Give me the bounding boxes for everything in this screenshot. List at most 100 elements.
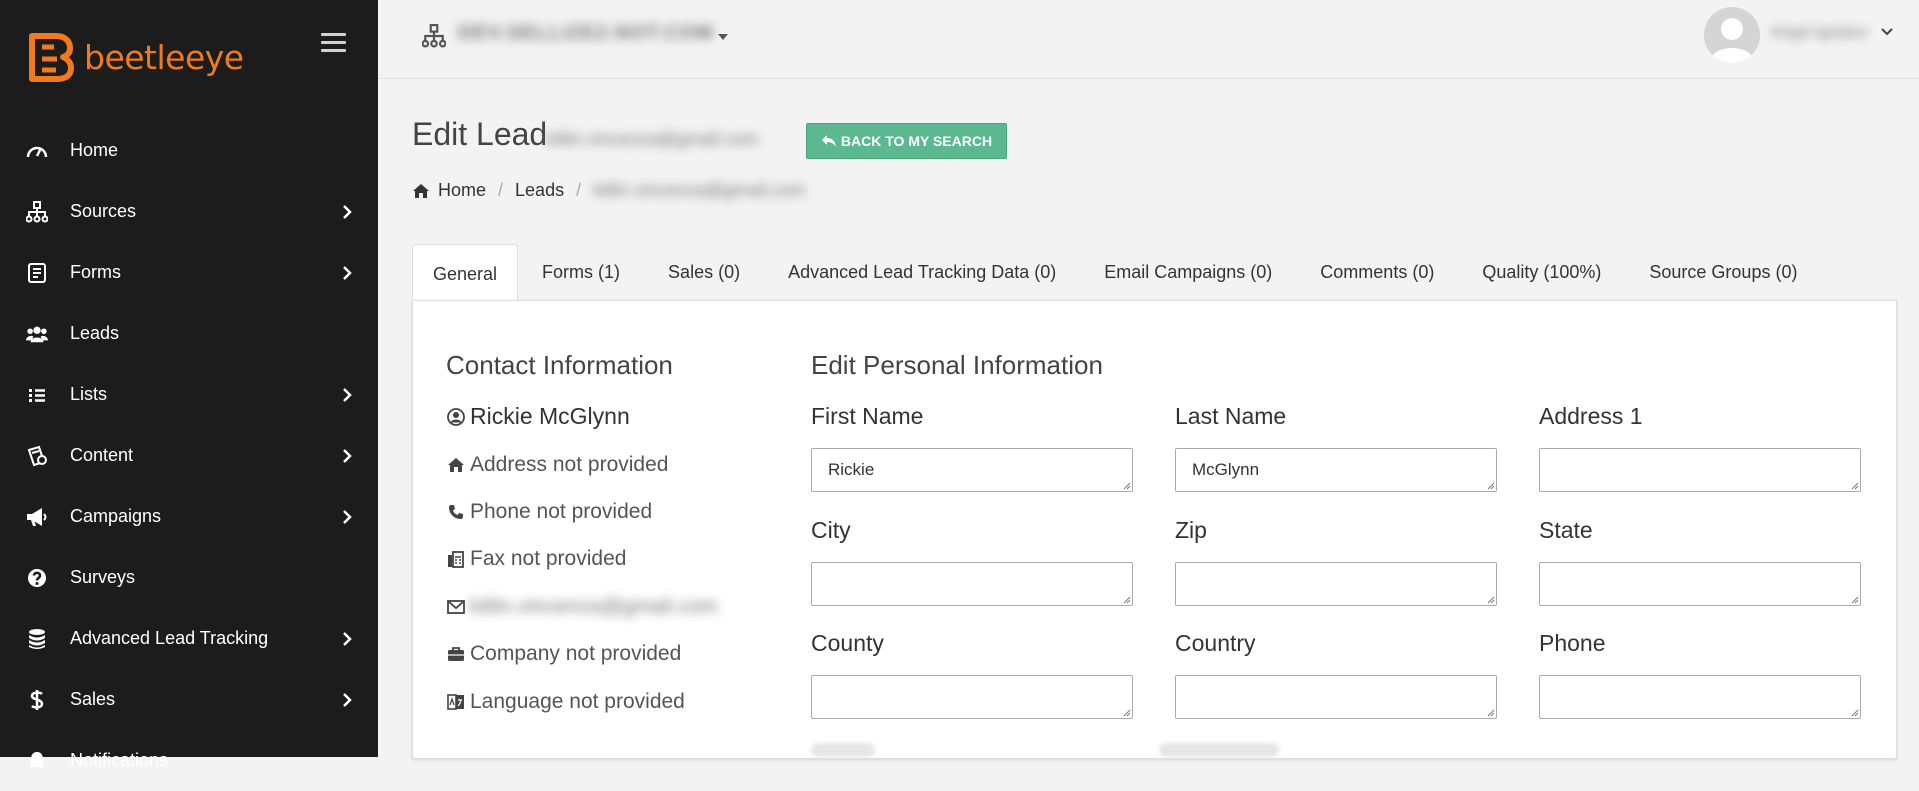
sidebar-item-sources[interactable]: Sources [0,181,378,242]
sidebar-item-home[interactable]: Home [0,120,378,181]
contact-email-row: kitlin.vincenza@gmail.com [446,595,718,619]
logo-text: beetleeye [84,37,244,77]
question-circle-icon [26,567,48,589]
breadcrumb: Home / Leads / kitlin.vincenza@gmail.com [412,180,805,201]
edit-personal-information-title: Edit Personal Information [811,350,1103,380]
sidebar-item-forms[interactable]: Forms [0,242,378,303]
country-field[interactable] [1175,675,1497,719]
sidebar-item-lists[interactable]: Lists [0,364,378,425]
briefcase-icon [446,644,466,664]
chevron-right-icon [343,387,352,402]
avatar[interactable] [1704,7,1760,63]
last-name-label: Last Name [1175,403,1287,429]
next-row-label-placeholder [1159,743,1279,757]
county-field[interactable] [811,675,1133,719]
organization-selector[interactable]: DEV.SELLIZE2.NOT.COM [458,22,714,45]
back-to-search-button[interactable]: BACK TO MY SEARCH [806,123,1007,159]
address-1-field[interactable] [1539,448,1861,492]
page-title: Edit Lead [412,116,548,152]
sidebar-item-advanced-lead-tracking[interactable]: Advanced Lead Tracking [0,608,378,669]
sidebar-item-content[interactable]: Content [0,425,378,486]
general-panel: Contact Information Rickie McGlynn Addre… [412,300,1897,759]
resize-grip-icon[interactable] [1849,480,1859,490]
users-icon [26,323,48,345]
city-field[interactable] [811,562,1133,606]
breadcrumb-leads[interactable]: Leads [515,180,564,201]
contact-address-row: Address not provided [446,453,668,477]
resize-grip-icon[interactable] [1849,594,1859,604]
sidebar-item-label: Home [70,140,119,160]
sitemap-icon[interactable] [422,24,446,48]
resize-grip-icon[interactable] [1121,480,1131,490]
sidebar-item-sales[interactable]: Sales [0,669,378,730]
tab-quality[interactable]: Quality (100%) [1458,244,1625,300]
dollar-icon [26,689,48,711]
chevron-right-icon [343,448,352,463]
contact-language: Language not provided [470,690,685,713]
form-icon [26,262,48,284]
sidebar-item-label: Lists [70,384,108,404]
contact-name-row: Rickie McGlynn [446,403,630,430]
resize-grip-icon[interactable] [1121,594,1131,604]
first-name-label: First Name [811,403,924,429]
tab-email-campaigns[interactable]: Email Campaigns (0) [1080,244,1296,300]
tab-advanced-lead-tracking-data[interactable]: Advanced Lead Tracking Data (0) [764,244,1080,300]
state-field[interactable] [1539,562,1861,606]
hamburger-icon[interactable] [321,33,346,53]
last-name-field[interactable] [1175,448,1497,492]
user-silhouette-icon [1710,18,1754,63]
contact-phone: Phone not provided [470,500,653,523]
content-icon [26,445,48,467]
phone-field[interactable] [1539,675,1861,719]
language-icon [446,692,466,712]
sidebar-item-label: Content [70,445,134,465]
zip-field[interactable] [1175,562,1497,606]
chevron-right-icon [343,631,352,646]
sidebar-item-surveys[interactable]: Surveys [0,547,378,608]
contact-language-row: Language not provided [446,690,685,714]
chevron-right-icon [343,204,352,219]
county-label: County [811,630,884,656]
sidebar-item-campaigns[interactable]: Campaigns [0,486,378,547]
database-icon [26,628,48,650]
sidebar-item-notifications[interactable]: Notifications [0,730,378,791]
tab-forms[interactable]: Forms (1) [518,244,644,300]
phone-label: Phone [1539,630,1606,656]
chevron-right-icon [343,692,352,707]
caret-down-icon[interactable] [718,34,728,40]
first-name-field[interactable] [811,448,1133,492]
resize-grip-icon[interactable] [1485,480,1495,490]
chevron-right-icon [343,509,352,524]
resize-grip-icon[interactable] [1485,707,1495,717]
breadcrumb-current: kitlin.vincenza@gmail.com [593,180,806,200]
fax-icon [446,549,466,569]
resize-grip-icon[interactable] [1121,707,1131,717]
contact-information-title: Contact Information [446,350,673,380]
contact-phone-row: Phone not provided [446,500,652,524]
sidebar-item-leads[interactable]: Leads [0,303,378,364]
lead-tabs: General Forms (1) Sales (0) Advanced Lea… [412,244,1821,303]
reply-icon [821,135,836,147]
chevron-down-icon[interactable] [1880,26,1894,38]
tab-general[interactable]: General [412,244,519,303]
breadcrumb-home[interactable]: Home [438,180,486,201]
megaphone-icon [26,506,48,528]
sidebar-item-label: Sales [70,689,116,709]
resize-grip-icon[interactable] [1485,594,1495,604]
tab-comments[interactable]: Comments (0) [1296,244,1458,300]
tab-source-groups[interactable]: Source Groups (0) [1625,244,1821,300]
sidebar-item-label: Campaigns [70,506,162,526]
sidebar-item-label: Surveys [70,567,136,587]
beetleeye-logo[interactable]: beetleeye [26,32,244,82]
state-label: State [1539,517,1593,543]
resize-grip-icon[interactable] [1849,707,1859,717]
envelope-icon [446,597,466,617]
tab-sales[interactable]: Sales (0) [644,244,764,300]
sidebar: beetleeye Home Sources Forms Leads Lists [0,0,378,770]
user-menu-name[interactable]: Angel Ignatov [1770,24,1868,42]
zip-label: Zip [1175,517,1207,543]
breadcrumb-separator: / [498,180,504,200]
chevron-right-icon [343,265,352,280]
city-label: City [811,517,851,543]
logo-icon [29,33,74,82]
